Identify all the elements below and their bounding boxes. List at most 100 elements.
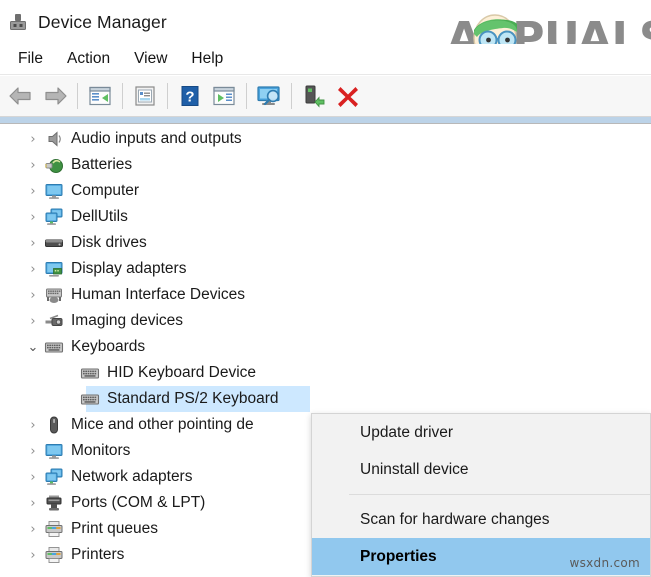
back-button[interactable]	[4, 80, 38, 112]
tree-node-label: HID Keyboard Device	[107, 364, 257, 381]
tree-node-hid-keyboard-device[interactable]: HID Keyboard Device	[0, 360, 651, 386]
tree-node-label: Network adapters	[71, 468, 193, 485]
console-tree-icon	[89, 86, 111, 106]
context-menu[interactable]: Update driver Uninstall device Scan for …	[311, 413, 651, 577]
toolbar-divider	[0, 116, 651, 124]
site-watermark: wsxdn.com	[569, 556, 640, 570]
disable-device-button[interactable]	[297, 80, 331, 112]
tree-node-label: Ports (COM & LPT)	[71, 494, 206, 511]
tree-node-label: Audio inputs and outputs	[71, 130, 242, 147]
chevron-right-icon[interactable]: ›	[24, 185, 42, 198]
tree-node-standard-ps2-keyboard[interactable]: Standard PS/2 Keyboard	[0, 386, 651, 412]
context-menu-separator	[342, 494, 650, 495]
scan-hardware-changes-button[interactable]	[252, 80, 286, 112]
svg-text:?: ?	[185, 89, 194, 106]
tree-node-label: Disk drives	[71, 234, 147, 251]
back-arrow-icon	[9, 87, 31, 105]
menu-help[interactable]: Help	[179, 47, 235, 71]
toolbar-separator	[291, 83, 292, 109]
chevron-down-icon[interactable]: ⌄	[24, 341, 42, 354]
tree-node-label: Computer	[71, 182, 140, 199]
context-menu-item-label: Properties	[360, 547, 437, 565]
chevron-right-icon[interactable]: ›	[24, 523, 42, 536]
mouse-icon	[44, 415, 64, 435]
tree-node-audio-inputs-and-outputs[interactable]: › Audio inputs and outputs	[0, 126, 651, 152]
chevron-right-icon[interactable]: ›	[24, 289, 42, 302]
keyboard-icon	[44, 337, 64, 357]
speaker-icon	[44, 129, 64, 149]
chevron-right-icon[interactable]: ›	[24, 315, 42, 328]
tree-node-label: Print queues	[71, 520, 159, 537]
tree-node-label: Mice and other pointing de	[71, 416, 254, 433]
menu-bar: File Action View Help	[0, 44, 651, 75]
context-menu-item-scan-for-hardware-changes[interactable]: Scan for hardware changes	[312, 501, 650, 538]
context-menu-item-label: Update driver	[360, 423, 454, 441]
battery-plug-icon	[44, 155, 64, 175]
chevron-right-icon[interactable]: ›	[24, 471, 42, 484]
tree-node-label: Human Interface Devices	[71, 286, 246, 303]
page-title: Device Manager	[38, 11, 167, 32]
tree-node-computer[interactable]: › Computer	[0, 178, 651, 204]
tree-node-dellutils[interactable]: › DellUtils	[0, 204, 651, 230]
toolbar-separator	[77, 83, 78, 109]
tree-node-label: Monitors	[71, 442, 131, 459]
tree-node-label: Display adapters	[71, 260, 187, 277]
port-connector-icon	[44, 493, 64, 513]
tree-node-batteries[interactable]: › Batteries	[0, 152, 651, 178]
tree-node-label: Imaging devices	[71, 312, 184, 329]
context-menu-item-update-driver[interactable]: Update driver	[312, 414, 650, 451]
menu-view[interactable]: View	[122, 47, 179, 71]
forward-button[interactable]	[38, 80, 72, 112]
help-button[interactable]: ?	[173, 80, 207, 112]
tree-node-label: Printers	[71, 546, 125, 563]
help-question-icon: ?	[181, 86, 199, 106]
chevron-right-icon[interactable]: ›	[24, 211, 42, 224]
tree-node-disk-drives[interactable]: › Disk drives	[0, 230, 651, 256]
chevron-right-icon[interactable]: ›	[24, 419, 42, 432]
disable-device-icon	[305, 85, 325, 108]
context-menu-item-uninstall-device[interactable]: Uninstall device	[312, 451, 650, 488]
title-bar: Device Manager	[0, 0, 651, 44]
computer-monitor-icon	[44, 181, 64, 201]
hid-icon	[44, 285, 64, 305]
monitor-magnifier-icon	[257, 86, 280, 106]
tree-node-display-adapters[interactable]: › Display adapters	[0, 256, 651, 282]
context-menu-item-label: Scan for hardware changes	[360, 510, 550, 528]
red-x-icon	[338, 87, 358, 107]
properties-button[interactable]	[128, 80, 162, 112]
uninstall-device-button[interactable]	[331, 80, 365, 112]
disk-drive-icon	[44, 233, 64, 253]
chevron-right-icon[interactable]: ›	[24, 159, 42, 172]
chevron-right-icon[interactable]: ›	[24, 497, 42, 510]
computer-monitor-icon	[44, 441, 64, 461]
chevron-right-icon[interactable]: ›	[24, 237, 42, 250]
chevron-right-icon[interactable]: ›	[24, 133, 42, 146]
toolbar: ?	[0, 76, 651, 116]
tree-node-label: DellUtils	[71, 208, 128, 225]
tree-node-human-interface-devices[interactable]: › Human Interface Devices	[0, 282, 651, 308]
toolbar-separator	[167, 83, 168, 109]
tree-node-keyboards[interactable]: ⌄ Keyboards	[0, 334, 651, 360]
update-driver-icon	[213, 86, 235, 106]
chevron-right-icon[interactable]: ›	[24, 549, 42, 562]
tree-node-label: Keyboards	[71, 338, 146, 355]
imaging-device-icon	[44, 311, 64, 331]
update-driver-button[interactable]	[207, 80, 241, 112]
properties-window-icon	[135, 86, 155, 106]
tree-node-imaging-devices[interactable]: › Imaging devices	[0, 308, 651, 334]
device-manager-icon	[8, 12, 28, 32]
keyboard-icon	[80, 363, 100, 383]
chevron-right-icon[interactable]: ›	[24, 445, 42, 458]
display-adapter-icon	[44, 259, 64, 279]
tree-node-label: Batteries	[71, 156, 133, 173]
context-menu-item-label: Uninstall device	[360, 460, 469, 478]
menu-file[interactable]: File	[6, 47, 55, 71]
printer-icon	[44, 519, 64, 539]
multi-monitor-icon	[44, 207, 64, 227]
show-hide-console-tree-button[interactable]	[83, 80, 117, 112]
chevron-right-icon[interactable]: ›	[24, 263, 42, 276]
keyboard-icon	[80, 389, 100, 409]
menu-action[interactable]: Action	[55, 47, 122, 71]
forward-arrow-icon	[45, 87, 67, 105]
toolbar-separator	[246, 83, 247, 109]
